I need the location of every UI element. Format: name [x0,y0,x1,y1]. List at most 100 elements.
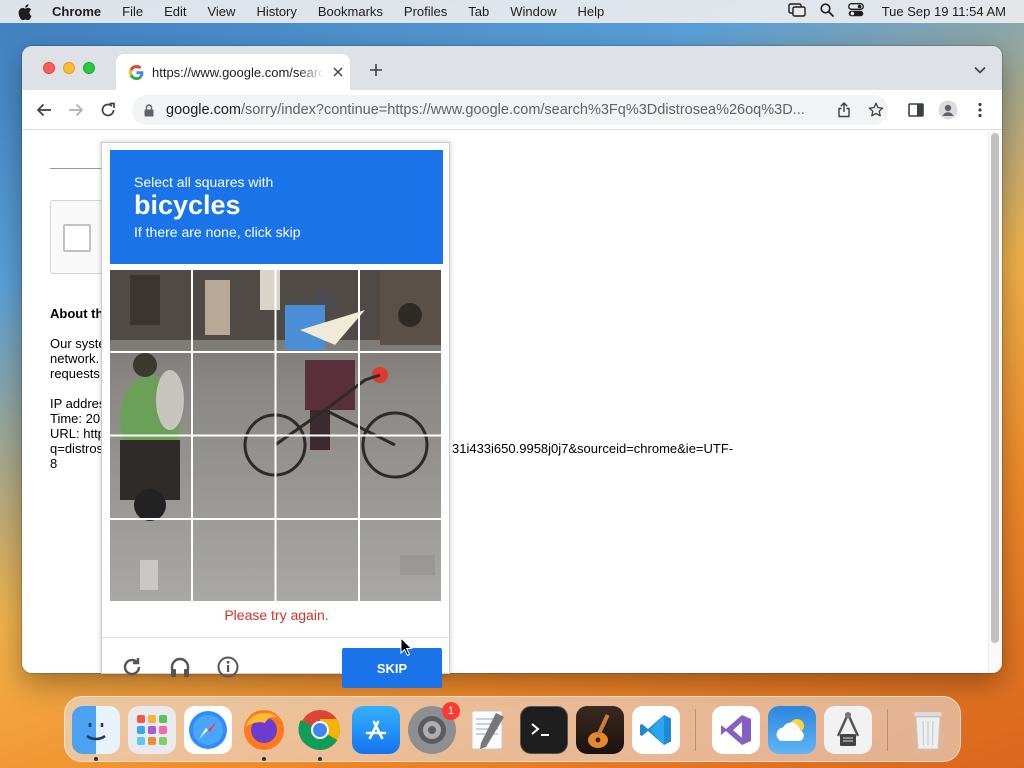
info-icon[interactable] [216,655,240,679]
running-indicator [262,757,266,761]
reload-challenge-icon[interactable] [120,655,144,679]
captcha-tile[interactable] [110,353,191,434]
back-arrow-icon[interactable] [34,100,54,120]
system-settings-icon[interactable]: 1 [408,702,460,754]
url-tail-text: 31i433i650.9958j0j7&sourceid=chrome&ie=U… [452,441,734,456]
url-host: google.com [166,102,241,118]
side-panel-icon[interactable] [906,100,926,120]
captcha-footer-divider [102,637,451,638]
lock-icon[interactable] [142,103,156,117]
menu-tab[interactable]: Tab [468,4,489,19]
menu-file[interactable]: File [122,4,143,19]
profile-avatar-icon[interactable] [938,100,958,120]
captcha-tile[interactable] [110,520,191,601]
garageband-icon[interactable] [576,706,624,754]
running-indicator [318,757,322,761]
dock-separator [695,709,696,751]
ip-label: IP addres [50,396,106,411]
captcha-tile[interactable] [110,436,191,517]
app-store-icon[interactable] [352,706,400,754]
url-text[interactable]: google.com/sorry/index?continue=https://… [166,102,826,118]
captcha-tile[interactable] [360,353,441,434]
captcha-tile[interactable] [276,436,357,517]
share-icon[interactable] [836,102,852,118]
audio-challenge-icon[interactable] [168,655,192,679]
active-tab[interactable]: https://www.google.com/search?q=distrose… [116,54,350,90]
skip-button[interactable]: SKIP [342,648,442,688]
mouse-cursor-icon [400,637,413,657]
weather-icon[interactable] [768,706,816,754]
captcha-tile[interactable] [276,270,357,351]
url-label: URL: http [50,426,105,441]
menu-app-name[interactable]: Chrome [52,4,101,19]
tab-close-icon[interactable] [330,64,346,80]
menu-edit[interactable]: Edit [164,4,186,19]
menu-view[interactable]: View [207,4,235,19]
captcha-tile[interactable] [276,520,357,601]
dock-separator [887,709,888,751]
menu-bookmarks[interactable]: Bookmarks [318,4,383,19]
apple-menu-icon[interactable] [18,3,38,20]
terminal-icon[interactable] [520,706,568,754]
menu-profiles[interactable]: Profiles [404,4,447,19]
captcha-tile[interactable] [193,353,274,434]
time-label: Time: 20 [50,411,101,426]
menu-help[interactable]: Help [578,4,605,19]
launchpad-icon[interactable] [128,706,176,754]
forward-arrow-icon[interactable] [66,100,86,120]
captcha-challenge: Select all squares with bicycles If ther… [101,142,451,688]
google-favicon-icon [128,64,144,80]
captcha-target-word: bicycles [134,190,241,220]
captcha-image-grid [110,270,441,601]
finder-icon[interactable] [72,706,120,754]
vscode-icon[interactable] [632,706,680,754]
tab-title: https://www.google.com/search?q=distrose… [152,64,324,80]
running-indicator [94,757,98,761]
spotlight-search-icon[interactable] [820,3,834,20]
para-line-1: Our syste [50,336,106,351]
scrollbar-thumb[interactable] [991,133,999,643]
address-bar[interactable]: google.com/sorry/index?continue=https://… [132,95,888,125]
dock: 1 [64,696,961,762]
screen-mirroring-icon[interactable] [787,3,806,20]
captcha-tile[interactable] [276,353,357,434]
captcha-error-message: Please try again. [224,607,329,623]
kebab-menu-icon[interactable] [970,100,990,120]
new-tab-icon[interactable] [366,60,386,80]
para-line-3: requests [50,366,100,381]
visual-studio-icon[interactable] [712,706,760,754]
firefox-icon[interactable] [240,706,288,754]
page-scrollbar[interactable] [988,131,1002,673]
reload-icon[interactable] [98,100,118,120]
menu-bar: Chrome File Edit View History Bookmarks … [0,0,1024,23]
bookmark-star-icon[interactable] [868,102,884,118]
captcha-tile[interactable] [360,436,441,517]
scripts-icon[interactable] [824,706,872,754]
close-window-button[interactable] [43,62,55,74]
query-label: q=distros [50,441,104,456]
captcha-tile[interactable] [360,520,441,601]
tab-strip: https://www.google.com/search?q=distrose… [22,46,1002,90]
chrome-icon[interactable] [296,706,344,754]
browser-toolbar: google.com/sorry/index?continue=https://… [22,90,1002,130]
tab-search-chevron-icon[interactable] [972,62,988,78]
captcha-tile[interactable] [360,270,441,351]
textedit-icon[interactable] [464,706,512,754]
safari-icon[interactable] [184,706,232,754]
control-center-icon[interactable] [847,3,864,20]
captcha-tile[interactable] [193,270,274,351]
captcha-instruction: Select all squares with [134,174,274,190]
menu-window[interactable]: Window [510,4,556,19]
captcha-tile[interactable] [193,520,274,601]
trash-icon[interactable] [904,706,952,754]
captcha-tile[interactable] [193,436,274,517]
notification-badge: 1 [442,702,460,720]
minimize-window-button[interactable] [63,62,75,74]
recaptcha-checkbox[interactable] [63,224,91,252]
menu-clock[interactable]: Tue Sep 19 11:54 AM [882,4,1006,19]
zoom-window-button[interactable] [83,62,95,74]
about-heading: About th [50,306,104,321]
captcha-tile[interactable] [110,270,191,351]
menu-history[interactable]: History [256,4,296,19]
url-path: /sorry/index?continue=https://www.google… [240,102,805,118]
